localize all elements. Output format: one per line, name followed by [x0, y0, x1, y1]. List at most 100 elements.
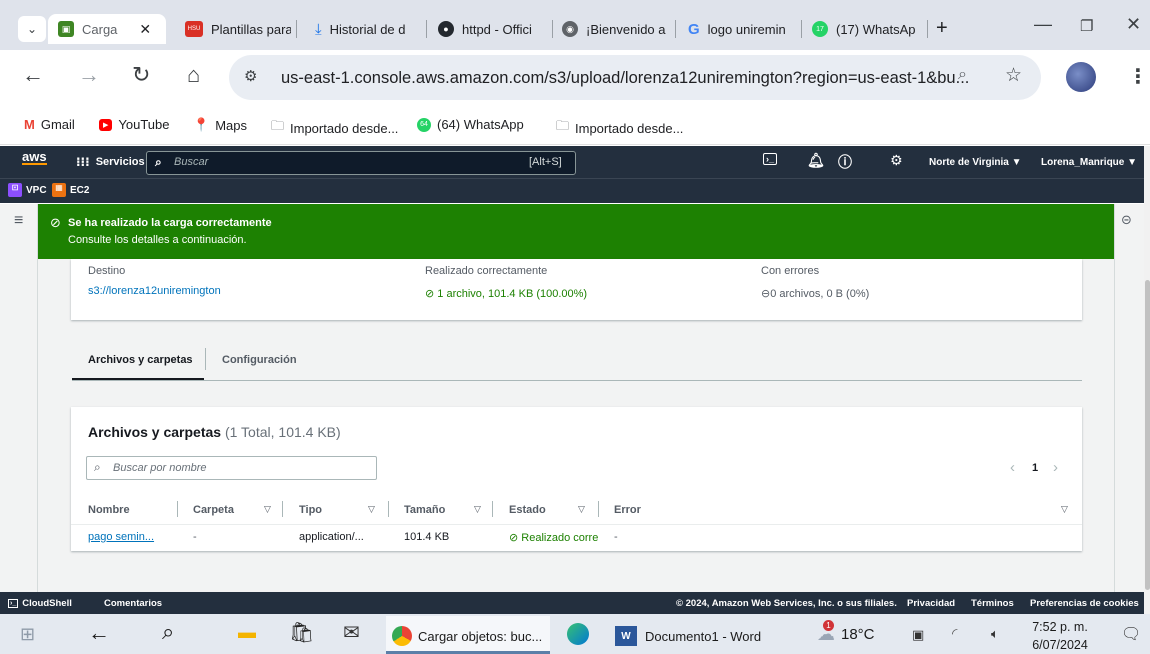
taskbar-search-button[interactable]: ⌕ [162, 619, 174, 645]
taskbar-back-button[interactable]: ← [88, 620, 110, 646]
weather-widget[interactable]: ☁ 1 18°C [817, 620, 875, 645]
sort-caret-icon[interactable]: ▽ [474, 504, 481, 515]
close-window-button[interactable]: ✕ [1126, 14, 1141, 35]
reload-button[interactable]: ↻ [132, 62, 150, 88]
aws-logo[interactable]: aws [22, 150, 47, 165]
action-center-button[interactable]: 🗨︎ [1121, 624, 1141, 644]
chevron-down-icon: ⌄ [26, 22, 38, 36]
cloudshell-icon[interactable]: ›_ [763, 153, 778, 165]
tray-wifi[interactable]: ◜ [952, 625, 957, 642]
feedback-link[interactable]: Comentarios [104, 598, 162, 609]
tab-separator [927, 20, 928, 38]
ok-value-text: 1 archivo, 101.4 KB (100.00%) [437, 288, 588, 300]
taskbar-word[interactable]: W Documento1 - Word [615, 626, 761, 646]
cookie-prefs-link[interactable]: Preferencias de cookies [1030, 598, 1139, 609]
info-panel-icon[interactable]: ⊝ [1121, 212, 1132, 228]
file-name-link[interactable]: pago semin... [88, 531, 154, 543]
aws-favorites-bar [0, 178, 1144, 203]
notifications-icon[interactable]: 🔔︎ [807, 152, 825, 169]
col-carpeta[interactable]: Carpeta [193, 504, 234, 516]
scrollbar-thumb[interactable] [1145, 280, 1150, 590]
taskbar-store[interactable]: 🛍︎ [289, 620, 314, 645]
sort-caret-icon[interactable]: ▽ [1061, 504, 1068, 515]
sort-caret-icon[interactable]: ▽ [578, 504, 585, 515]
tab-historial[interactable]: ⤓ Historial de d [315, 14, 423, 44]
home-button[interactable]: ⌂ [187, 62, 200, 88]
region-selector[interactable]: Norte de Virginia ▼ [929, 157, 1022, 168]
favorite-vpc[interactable]: ⊡ VPC [8, 183, 47, 197]
taskbar-chrome[interactable]: Cargar objetos: buc... [392, 626, 542, 646]
tab-separator [675, 20, 676, 38]
tab-plantillas[interactable]: HSU Plantillas para [185, 14, 291, 44]
mail-icon: ✉ [343, 622, 360, 644]
terms-link[interactable]: Términos [971, 598, 1014, 609]
help-icon[interactable]: ⓘ [838, 152, 852, 172]
bookmark-whatsapp[interactable]: 64 (64) WhatsApp [417, 117, 524, 132]
weather-badge: 1 [823, 620, 834, 631]
bookmark-folder-2[interactable]: 🗀 Importado desde... [556, 117, 683, 139]
tab-config[interactable]: Configuración [222, 354, 297, 366]
tab-whatsapp[interactable]: 17 (17) WhatsAp [812, 14, 924, 44]
col-error[interactable]: Error [614, 504, 641, 516]
col-divider [388, 501, 389, 517]
site-settings-icon[interactable]: ⚙ [244, 67, 257, 85]
bookmark-gmail[interactable]: M Gmail [24, 117, 75, 132]
success-flashbar [38, 204, 1114, 259]
tab-bienvenido[interactable]: ◉ ¡Bienvenido a [562, 14, 670, 44]
dest-link[interactable]: s3://lorenza12uniremington [88, 285, 221, 297]
taskbar-mail[interactable]: ✉ [343, 620, 360, 645]
zoom-icon[interactable]: ⌕ [958, 66, 967, 84]
col-tipo[interactable]: Tipo [299, 504, 322, 516]
back-button[interactable]: ← [22, 62, 44, 88]
weather-temp: 18°C [841, 626, 875, 643]
privacy-link[interactable]: Privacidad [907, 598, 955, 609]
profile-avatar[interactable] [1066, 62, 1096, 92]
minimize-button[interactable]: — [1034, 14, 1052, 35]
tray-volume[interactable]: 🔈︎ [991, 626, 999, 642]
bookmark-label: Maps [215, 117, 247, 133]
col-tamano[interactable]: Tamaño [404, 504, 445, 516]
files-panel-header: Archivos y carpetas (1 Total, 101.4 KB) [88, 424, 341, 440]
favorite-ec2[interactable]: ▦ EC2 [52, 183, 89, 197]
next-page-icon[interactable]: › [1053, 459, 1058, 476]
bookmark-star-icon[interactable]: ☆ [1005, 64, 1022, 87]
page-number[interactable]: 1 [1032, 462, 1038, 474]
cloudshell-button[interactable]: ›_ CloudShell [8, 598, 72, 609]
services-menu[interactable]: ⁝⁝⁝ Servicios [76, 155, 145, 169]
check-circle-icon: ⊘ [509, 532, 522, 544]
taskbar-edge[interactable] [567, 623, 589, 645]
menu-kebab-icon[interactable]: ⋮ [1128, 64, 1148, 89]
url-text[interactable]: us-east-1.console.aws.amazon.com/s3/uplo… [281, 69, 969, 88]
bookmark-label: Importado desde... [575, 120, 684, 136]
tab-search-button[interactable]: ⌄ [18, 16, 46, 42]
tab-close-icon[interactable]: ✕ [139, 21, 151, 38]
s3-icon: ▣ [58, 21, 74, 37]
tab-s3-upload[interactable]: ▣ Carga ✕ [48, 14, 166, 44]
tab-logo-uniremington[interactable]: G logo uniremin [688, 14, 798, 44]
sort-caret-icon[interactable]: ▽ [368, 504, 375, 515]
prev-page-icon[interactable]: ‹ [1010, 459, 1015, 476]
tab-httpd[interactable]: ● httpd - Offici [438, 14, 548, 44]
restore-button[interactable]: ❐ [1080, 17, 1093, 35]
aws-search-input[interactable] [146, 151, 576, 175]
start-button[interactable]: ⊞ [20, 624, 35, 645]
gmail-icon: M [24, 117, 35, 132]
forward-button[interactable]: → [78, 62, 100, 88]
new-tab-button[interactable]: + [936, 17, 948, 40]
services-label: Servicios [95, 156, 145, 168]
taskbar-clock[interactable]: 7:52 p. m. 6/07/2024 [1031, 618, 1089, 654]
sort-caret-icon[interactable]: ▽ [264, 504, 271, 515]
tab-files[interactable]: Archivos y carpetas [88, 354, 193, 366]
globe-icon: ◉ [562, 21, 578, 37]
err-value: ⊖0 archivos, 0 B (0%) [761, 287, 869, 300]
taskbar-explorer[interactable]: ▬ [238, 622, 256, 643]
settings-icon[interactable]: ⚙ [890, 152, 903, 169]
bookmark-youtube[interactable]: ▶ YouTube [99, 117, 169, 132]
bookmark-maps[interactable]: 📍 Maps [193, 117, 247, 133]
col-estado[interactable]: Estado [509, 504, 546, 516]
tray-network[interactable]: ▣ [912, 627, 924, 643]
bookmark-folder-1[interactable]: 🗀 Importado desde... [271, 117, 398, 139]
account-menu[interactable]: Lorena_Manrique ▼ [1041, 157, 1137, 168]
hamburger-icon[interactable]: ≡ [14, 212, 23, 230]
col-nombre[interactable]: Nombre [88, 504, 130, 516]
